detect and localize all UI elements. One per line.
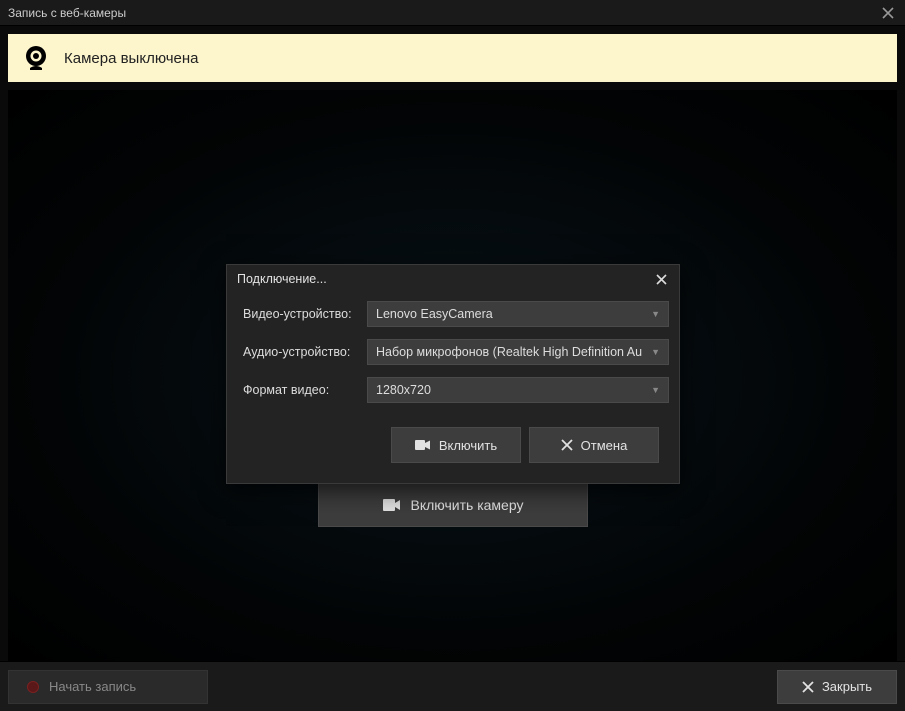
dialog-close-button[interactable] <box>653 271 669 287</box>
camera-off-banner: Камера выключена <box>8 34 897 82</box>
camera-icon <box>415 439 431 451</box>
chevron-down-icon: ▼ <box>651 347 660 357</box>
close-button[interactable]: Закрыть <box>777 670 897 704</box>
chevron-down-icon: ▼ <box>651 385 660 395</box>
video-format-value: 1280x720 <box>376 383 645 397</box>
enable-camera-label: Включить камеру <box>411 497 524 513</box>
webcam-icon <box>22 44 50 72</box>
record-icon <box>27 681 39 693</box>
audio-device-label: Аудио-устройство: <box>237 345 367 359</box>
window-titlebar: Запись с веб-камеры <box>0 0 905 26</box>
audio-device-value: Набор микрофонов (Realtek High Definitio… <box>376 345 645 359</box>
start-record-label: Начать запись <box>49 679 136 694</box>
audio-device-row: Аудио-устройство: Набор микрофонов (Real… <box>237 339 669 365</box>
connection-dialog: Подключение... Видео-устройство: Lenovo … <box>226 264 680 484</box>
video-format-select[interactable]: 1280x720 ▼ <box>367 377 669 403</box>
close-icon <box>561 439 573 451</box>
video-format-row: Формат видео: 1280x720 ▼ <box>237 377 669 403</box>
video-device-label: Видео-устройство: <box>237 307 367 321</box>
audio-device-select[interactable]: Набор микрофонов (Realtek High Definitio… <box>367 339 669 365</box>
dialog-title: Подключение... <box>237 272 327 286</box>
close-icon <box>656 274 667 285</box>
video-device-row: Видео-устройство: Lenovo EasyCamera ▼ <box>237 301 669 327</box>
footer-bar: Начать запись Закрыть <box>0 661 905 711</box>
enable-button-label: Включить <box>439 438 497 453</box>
banner-text: Камера выключена <box>64 50 199 67</box>
video-device-value: Lenovo EasyCamera <box>376 307 645 321</box>
start-record-button[interactable]: Начать запись <box>8 670 208 704</box>
cancel-button-label: Отмена <box>581 438 628 453</box>
video-format-label: Формат видео: <box>237 383 367 397</box>
cancel-button[interactable]: Отмена <box>529 427 659 463</box>
close-button-label: Закрыть <box>822 679 872 694</box>
camera-icon <box>383 498 401 512</box>
enable-button[interactable]: Включить <box>391 427 521 463</box>
window-title: Запись с веб-камеры <box>8 6 126 20</box>
close-icon <box>882 7 894 19</box>
video-device-select[interactable]: Lenovo EasyCamera ▼ <box>367 301 669 327</box>
close-icon <box>802 681 814 693</box>
dialog-titlebar: Подключение... <box>227 265 679 293</box>
chevron-down-icon: ▼ <box>651 309 660 319</box>
video-preview-area: Включить камеру Подключение... Видео-уст… <box>8 90 897 664</box>
dialog-button-row: Включить Отмена <box>237 415 669 467</box>
window-close-button[interactable] <box>879 4 897 22</box>
enable-camera-button[interactable]: Включить камеру <box>318 483 588 527</box>
dialog-body: Видео-устройство: Lenovo EasyCamera ▼ Ау… <box>227 293 679 483</box>
